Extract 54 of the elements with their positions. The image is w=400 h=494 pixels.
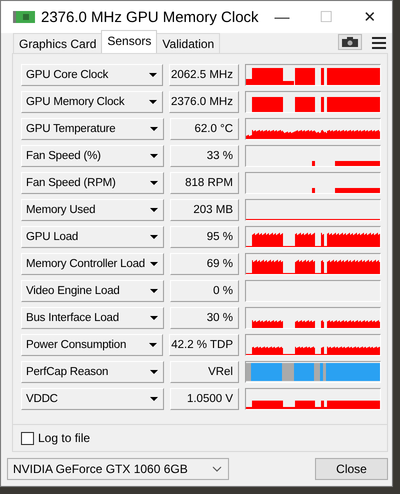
sensor-dropdown[interactable]: VDDC (21, 388, 164, 410)
caret-icon (148, 234, 159, 240)
sensor-dropdown[interactable]: Power Consumption (21, 334, 163, 356)
caret-icon (148, 99, 158, 105)
sensor-dropdown[interactable]: PerfCap Reason (21, 361, 164, 383)
camera-icon (342, 37, 358, 47)
log-checkbox[interactable] (21, 432, 34, 444)
sensor-value: 42.2 % TDP (169, 334, 239, 356)
tab[interactable]: Graphics Card (13, 33, 102, 53)
sensor-value: 30 % (170, 307, 239, 329)
close-button[interactable]: ✕ (348, 8, 392, 26)
chevron-icon (212, 466, 222, 472)
caret-icon (148, 180, 159, 186)
sensor-dropdown[interactable]: GPU Temperature (21, 118, 164, 140)
sensor-dropdown[interactable]: Memory Controller Load (21, 253, 164, 275)
menu-icon[interactable] (372, 37, 386, 49)
sensor-value: 818 RPM (170, 172, 239, 194)
close-button[interactable]: Close (315, 458, 388, 480)
caret-icon (148, 396, 159, 402)
sensor-value: 1.0500 V (170, 388, 239, 410)
sensor-dropdown[interactable]: GPU Core Clock (21, 64, 163, 86)
caret-icon (148, 315, 159, 321)
sensor-value: 203 MB (170, 199, 239, 221)
sensor-dropdown[interactable]: Bus Interface Load (21, 307, 164, 329)
sensor-value: 2376.0 MHz (169, 91, 239, 113)
log-label: Log to file (38, 431, 90, 445)
gpu-select[interactable]: NVIDIA GeForce GTX 1060 6GB (7, 458, 229, 480)
sensor-value: 62.0 °C (170, 118, 239, 140)
caret-icon (148, 288, 159, 294)
sensor-value: 95 % (170, 226, 239, 248)
sensor-dropdown[interactable]: Memory Used (21, 199, 164, 221)
tab[interactable]: Validation (156, 33, 220, 53)
caret-icon (148, 207, 159, 213)
sensor-value: 2062.5 MHz (169, 64, 239, 86)
caret-icon (148, 369, 159, 375)
sensor-dropdown[interactable]: Fan Speed (%) (21, 145, 164, 167)
sensor-dropdown[interactable]: Fan Speed (RPM) (21, 172, 164, 194)
tab[interactable]: Sensors (101, 30, 158, 53)
sensor-value: 0 % (170, 280, 239, 302)
sensor-dropdown[interactable]: GPU Memory Clock (21, 91, 163, 113)
caret-icon (148, 342, 158, 348)
window-title: 2376.0 MHz GPU Memory Clock (41, 8, 260, 26)
sensor-value: VRel (170, 361, 239, 383)
caret-icon (148, 72, 158, 78)
screenshot-button[interactable] (338, 34, 362, 50)
caret-icon (148, 261, 159, 267)
sensor-value: 33 % (170, 145, 239, 167)
caret-icon (148, 153, 159, 159)
caret-icon (148, 126, 159, 132)
minimize-button[interactable]: — (260, 8, 304, 26)
sensor-dropdown[interactable]: GPU Load (21, 226, 164, 248)
graphics-card-icon (13, 10, 35, 24)
sensor-dropdown[interactable]: Video Engine Load (21, 280, 164, 302)
sensor-value: 69 % (170, 253, 239, 275)
